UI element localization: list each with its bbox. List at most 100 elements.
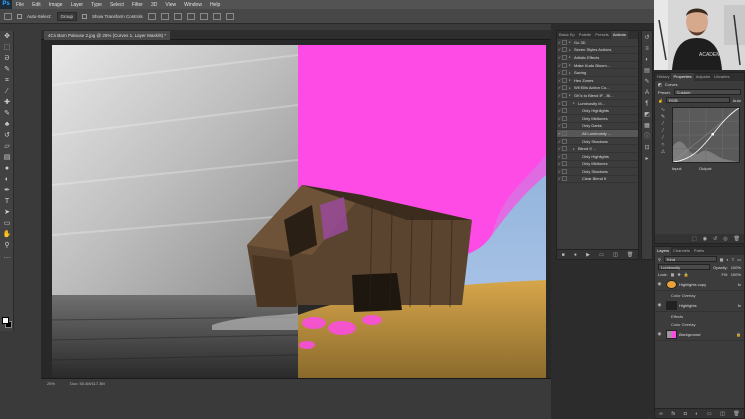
dialog-toggle-box[interactable] <box>562 123 567 129</box>
eraser-tool-icon[interactable]: ▱ <box>2 142 12 152</box>
fx-icon[interactable]: fx <box>738 303 741 308</box>
new-group-icon[interactable]: ▭ <box>707 411 712 417</box>
layer-effects-label[interactable]: Effects <box>655 312 744 320</box>
align-bottom-icon[interactable] <box>173 12 182 20</box>
menu-image[interactable]: Image <box>45 2 67 8</box>
action-row[interactable]: ✓ ▸ Seven Styles Actions <box>557 47 638 55</box>
align-middle-icon[interactable] <box>160 12 169 20</box>
tab-palette[interactable]: Palette <box>577 31 593 39</box>
delete-icon[interactable]: 🗑 <box>627 252 633 258</box>
gradient-tool-icon[interactable]: ▤ <box>2 153 12 163</box>
fill-value[interactable]: 100% <box>731 272 741 277</box>
action-row[interactable]: ✓ ▸ GK's to Blend IF - Bl... <box>557 92 638 100</box>
auto-select-dropdown[interactable]: Group <box>56 11 78 21</box>
align-left-icon[interactable] <box>186 12 195 20</box>
dialog-toggle-box[interactable] <box>562 54 567 60</box>
action-row[interactable]: ✓ Clear Blend If <box>557 176 638 184</box>
dialog-toggle-box[interactable] <box>562 47 567 53</box>
action-row[interactable]: ✓ ▸ Hex Zones <box>557 77 638 85</box>
filter-adjust-icon[interactable]: ◐ <box>726 257 728 262</box>
gray-eyedropper-icon[interactable]: ⁄ <box>658 128 668 135</box>
black-eyedropper-icon[interactable]: ⁄ <box>658 121 668 128</box>
history-brush-tool-icon[interactable]: ↺ <box>2 131 12 141</box>
quick-select-tool-icon[interactable]: ✎ <box>2 65 12 75</box>
new-layer-icon[interactable]: ◫ <box>720 411 725 417</box>
menu-file[interactable]: File <box>12 2 28 8</box>
hand-adjust-icon[interactable]: ☝ <box>658 98 663 103</box>
paragraph-icon[interactable]: ¶ <box>643 100 651 108</box>
show-transform-checkbox[interactable] <box>82 13 88 19</box>
align-center-icon[interactable] <box>199 12 208 20</box>
lasso-tool-icon[interactable]: ᘐ <box>2 54 12 64</box>
pen-tool-icon[interactable]: ✒ <box>2 186 12 196</box>
fx-icon[interactable]: fx <box>738 282 741 287</box>
reset-icon[interactable]: ↺ <box>713 236 717 242</box>
zoom-level[interactable]: 25% <box>47 381 55 386</box>
shape-tool-icon[interactable]: ▭ <box>2 219 12 229</box>
dialog-toggle-box[interactable] <box>562 39 567 45</box>
zoom-tool-icon[interactable]: ⚲ <box>2 241 12 251</box>
filter-pixel-icon[interactable]: ▦ <box>720 257 724 262</box>
barn-image[interactable] <box>52 45 546 378</box>
navigator-icon[interactable]: ⊡ <box>643 144 651 152</box>
action-row[interactable]: ✓ Only Midtones <box>557 115 638 123</box>
tab-libraries[interactable]: Libraries <box>712 73 731 81</box>
tab-basic[interactable]: Basic Ep <box>557 31 577 39</box>
dialog-toggle-box[interactable] <box>562 176 567 182</box>
new-adjustment-icon[interactable]: ◐ <box>695 411 698 417</box>
pencil-icon[interactable]: ✎ <box>658 114 668 121</box>
menu-3d[interactable]: 3D <box>147 2 161 8</box>
smooth-icon[interactable]: ≈ <box>658 142 668 149</box>
character-icon[interactable]: A <box>643 89 651 97</box>
tab-adjustments[interactable]: Adjustm <box>694 73 712 81</box>
eye-icon[interactable]: ◉ <box>655 331 664 337</box>
dialog-toggle-box[interactable] <box>562 168 567 174</box>
curves-graph[interactable] <box>672 107 740 163</box>
3d-mode-icon[interactable] <box>225 12 234 20</box>
hand-tool-icon[interactable]: ✋ <box>2 230 12 240</box>
layer-effect-item[interactable]: Color Overlay <box>655 320 744 328</box>
delete-layer-icon[interactable]: 🗑 <box>733 411 739 417</box>
align-top-icon[interactable] <box>147 12 156 20</box>
dialog-toggle-box[interactable] <box>562 70 567 76</box>
move-tool-icon[interactable] <box>4 12 12 20</box>
play-icon[interactable]: ▶ <box>586 252 590 258</box>
timeline-icon[interactable]: ▸ <box>643 155 651 163</box>
action-row[interactable]: ✓ Only Shadows <box>557 138 638 146</box>
dialog-toggle-box[interactable] <box>562 85 567 91</box>
crop-tool-icon[interactable]: ⌗ <box>2 76 12 86</box>
menu-filter[interactable]: Filter <box>128 2 147 8</box>
libraries-icon[interactable]: ▤ <box>643 67 651 75</box>
align-right-icon[interactable] <box>212 12 221 20</box>
tab-presets[interactable]: Presets <box>593 31 611 39</box>
action-row[interactable]: ✓ Only Highlights <box>557 107 638 115</box>
visibility-icon[interactable]: ◎ <box>723 236 727 242</box>
curve-point-icon[interactable]: ∿ <box>658 107 668 114</box>
adjustments-icon[interactable]: ◐ <box>643 56 651 64</box>
tab-paths[interactable]: Paths <box>692 247 706 255</box>
menu-view[interactable]: View <box>161 2 180 8</box>
action-row[interactable]: ✓ ▸ Go 3D <box>557 39 638 47</box>
history-icon[interactable]: ↺ <box>643 34 651 42</box>
lock-pixels-icon[interactable]: ▦ <box>671 272 675 277</box>
action-row[interactable]: ✓ ▸ Make Kudo Bloom... <box>557 62 638 70</box>
dialog-toggle-box[interactable] <box>562 130 567 136</box>
info-icon[interactable]: ⓘ <box>643 133 651 141</box>
clone-stamp-tool-icon[interactable]: ♣ <box>2 120 12 130</box>
dialog-toggle-box[interactable] <box>562 115 567 121</box>
white-eyedropper-icon[interactable]: ⁄ <box>658 135 668 142</box>
action-row[interactable]: ✓ ▸ Artistic Effects <box>557 54 638 62</box>
channel-dropdown[interactable]: RGB <box>665 97 730 103</box>
menu-help[interactable]: Help <box>206 2 224 8</box>
action-row[interactable]: ✓ Only Midtones <box>557 161 638 169</box>
brush-tool-icon[interactable]: ✎ <box>2 109 12 119</box>
styles-icon[interactable]: ◩ <box>643 111 651 119</box>
record-icon[interactable]: ● <box>574 252 577 258</box>
action-row[interactable]: ✓ All Luminosity ... <box>557 130 638 138</box>
swatches-icon[interactable]: ▦ <box>643 122 651 130</box>
blend-mode-dropdown[interactable]: Luminosity <box>658 264 711 270</box>
menu-window[interactable]: Window <box>180 2 206 8</box>
dialog-toggle-box[interactable] <box>562 153 567 159</box>
move-tool-icon[interactable]: ✥ <box>2 32 12 42</box>
menu-select[interactable]: Select <box>106 2 128 8</box>
